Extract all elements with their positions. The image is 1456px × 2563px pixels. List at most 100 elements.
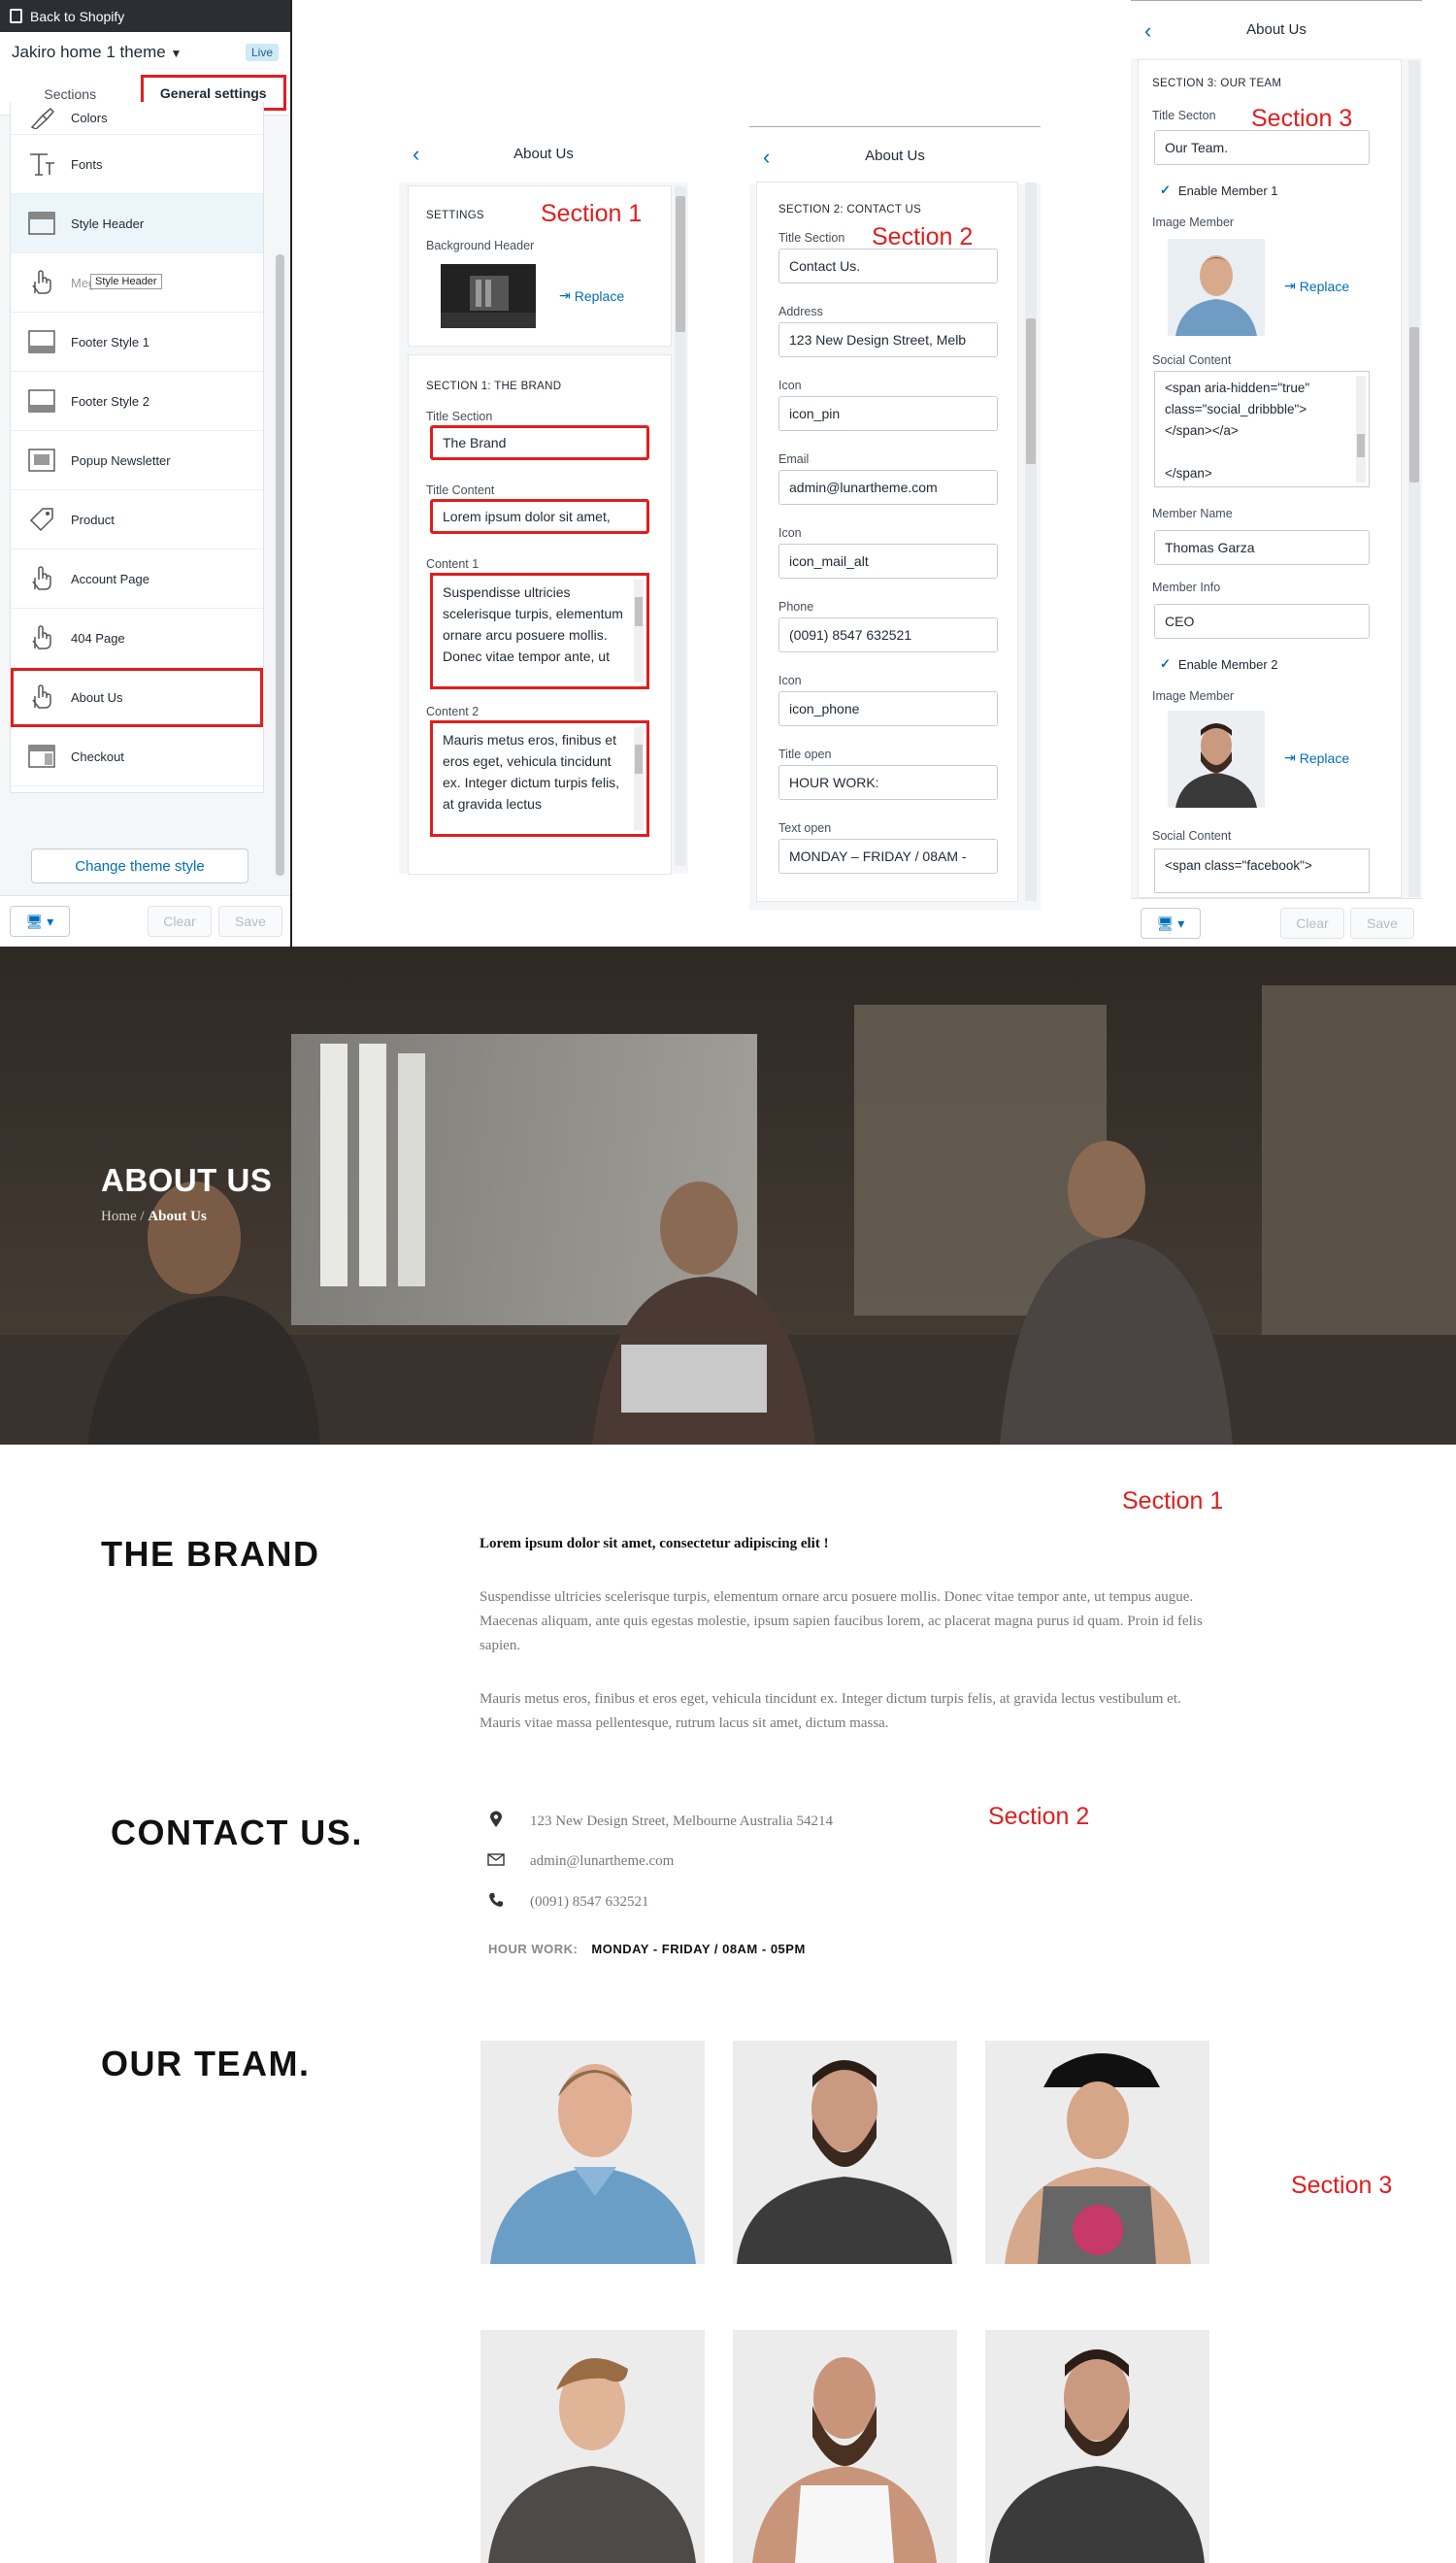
back-label: Back to Shopify [30,8,125,24]
contact-email-row: admin@lunartheme.com [485,1851,674,1871]
member-info-label: Member Info [1152,581,1221,594]
breadcrumb-home[interactable]: Home [101,1209,137,1224]
sidebar-item-label: Popup Newsletter [71,452,171,468]
hero-banner: ABOUT US Home / About Us [0,947,1456,1445]
replace-button[interactable]: ⇥ Replace [1284,749,1349,766]
title-section-label: Title Section [426,410,493,423]
enable-member-2-checkbox[interactable]: ✓ Enable Member 2 [1160,656,1278,672]
member-1-thumbnail [1168,239,1265,336]
contact-field-input[interactable]: admin@lunartheme.com [778,470,998,505]
sidebar-item-label: Fonts [71,156,103,172]
about-us-panel-1: ‹ About Us SETTINGS Section 1 Background… [399,124,688,874]
sidebar-item-checkout[interactable]: Checkout [11,727,263,786]
panel-title: About Us [1246,21,1307,38]
contact-field-input[interactable]: HOUR WORK: [778,765,998,800]
enable-member-1-checkbox[interactable]: ✓ Enable Member 1 [1160,183,1278,198]
panel-scrollbar[interactable] [675,186,686,866]
title-content-label: Title Content [426,483,495,497]
contact-email[interactable]: admin@lunartheme.com [530,1853,674,1870]
theme-selector[interactable]: Jakiro home 1 theme ▼ Live [0,32,290,73]
replace-icon: ⇥ [1284,278,1296,293]
panel-scrollbar[interactable] [1025,183,1037,901]
contact-field-input[interactable]: icon_phone [778,691,998,726]
replace-button[interactable]: ⇥ Replace [559,287,624,304]
member-name-input[interactable]: Thomas Garza [1154,530,1370,565]
sidebar-item-style-header[interactable]: Style Header [11,194,263,253]
member-2-thumbnail [1168,711,1265,808]
storefront-about-page: ABOUT US Home / About Us Section 1 THE B… [0,947,1456,2563]
team-card: SECTION 3: OUR TEAM Title Secton Section… [1139,60,1401,897]
shopify-bag-icon [10,9,22,23]
textarea-scrollbar[interactable] [634,580,644,682]
clear-button[interactable]: Clear [1280,908,1344,939]
social-content-2-textarea[interactable]: <span class="facebook"> [1154,849,1370,893]
title-content-input[interactable]: Lorem ipsum dolor sit amet, [430,499,649,534]
desktop-icon: 🖥 ▾ [25,913,54,929]
contact-field-label: Text open [778,821,832,835]
replace-label: Replace [1299,749,1350,766]
save-button[interactable]: Save [1350,908,1414,939]
content-2-textarea[interactable]: Mauris metus eros, finibus et eros eget,… [430,720,649,837]
contact-field-input[interactable]: 123 New Design Street, Melb [778,322,998,357]
textarea-scrollbar[interactable] [1356,376,1366,483]
save-button[interactable]: Save [218,906,282,937]
panel-scrollbar[interactable] [1408,60,1420,897]
contact-field-input[interactable]: (0091) 8547 632521 [778,617,998,652]
content-1-textarea[interactable]: Suspendisse ultricies scelerisque turpis… [430,573,649,689]
team-member-photo[interactable] [733,2330,957,2563]
sidebar-item-popup-newsletter[interactable]: Popup Newsletter [11,431,263,490]
breadcrumb: Home / About Us [101,1209,207,1225]
device-preview-button[interactable]: 🖥 ▾ [10,906,70,937]
back-arrow-icon[interactable]: ‹ [763,145,770,170]
team-title-input[interactable]: Our Team. [1154,130,1370,165]
team-member-photo[interactable] [480,2330,705,2563]
replace-label: Replace [574,287,625,304]
contact-field-input[interactable]: Contact Us. [778,249,998,283]
contact-field-input[interactable]: MONDAY – FRIDAY / 08AM - [778,839,998,874]
live-badge: Live [245,44,279,61]
change-theme-style-button[interactable]: Change theme style [31,849,248,883]
team-title: OUR TEAM. [101,2044,311,2083]
brand-paragraph-2: Mauris metus eros, finibus et eros eget,… [480,1691,1181,1731]
contact-phone: (0091) 8547 632521 [530,1894,649,1910]
sidebar-item-footer-style-1[interactable]: Footer Style 1 [11,313,263,372]
contact-field-input[interactable]: icon_pin [778,396,998,431]
settings-heading: SETTINGS [426,210,484,221]
member-info-input[interactable]: CEO [1154,604,1370,639]
team-member-photo[interactable] [480,2041,705,2264]
team-member-photo[interactable] [733,2041,957,2264]
panel-title: About Us [865,148,925,164]
sidebar-item-fonts[interactable]: Fonts [11,135,263,194]
font-icon [28,151,55,177]
brand-heading: SECTION 1: THE BRAND [426,381,562,392]
social-content-textarea[interactable]: <span aria-hidden="true" class="social_d… [1154,371,1370,487]
social-content-2-text: <span class="facebook"> [1165,858,1312,873]
contact-title: CONTACT US. [111,1813,363,1852]
sidebar-scrollbar[interactable] [276,254,284,876]
back-to-shopify-link[interactable]: Back to Shopify [0,0,290,32]
sidebar-item-colors[interactable]: Colors [11,102,263,135]
checkmark-icon: ✓ [1160,656,1171,671]
team-member-photo[interactable] [985,2041,1209,2264]
contact-address-row: 123 New Design Street, Melbourne Austral… [485,1811,833,1833]
hour-work-value: MONDAY - FRIDAY / 08AM - 05PM [591,1942,806,1956]
sidebar-item-label: 404 Page [71,630,125,646]
sidebar-item-about-us[interactable]: About Us [11,668,263,727]
textarea-scrollbar[interactable] [634,727,644,830]
sidebar-item-404-page[interactable]: 404 Page [11,609,263,668]
back-arrow-icon[interactable]: ‹ [413,142,419,167]
contact-field-input[interactable]: icon_mail_alt [778,544,998,579]
contact-field-label: Icon [778,379,802,392]
member-name-label: Member Name [1152,507,1233,520]
clear-button[interactable]: Clear [148,906,212,937]
device-preview-button[interactable]: 🖥 ▾ [1141,908,1201,939]
title-section-input[interactable]: The Brand [430,425,649,460]
contact-field-label: Title open [778,748,832,761]
sidebar-item-product[interactable]: Product [11,490,263,549]
sidebar-item-megamenu[interactable]: Megamenu Style Header [11,253,263,313]
sidebar-item-footer-style-2[interactable]: Footer Style 2 [11,372,263,431]
replace-button[interactable]: ⇥ Replace [1284,278,1349,294]
sidebar-item-account-page[interactable]: Account Page [11,549,263,609]
back-arrow-icon[interactable]: ‹ [1144,18,1151,44]
team-member-photo[interactable] [985,2330,1209,2563]
